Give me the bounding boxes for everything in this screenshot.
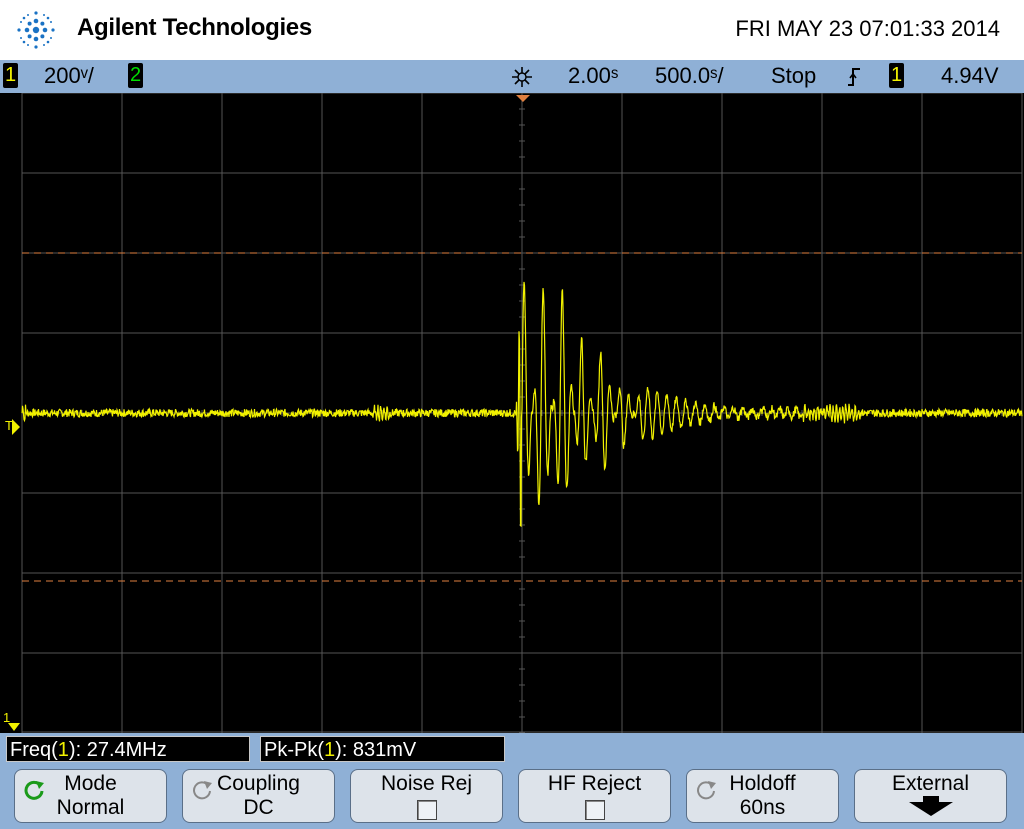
delay-value: 2.00ˢ: [568, 63, 619, 88]
date-time: FRI MAY 23 07:01:33 2014: [735, 16, 1000, 41]
holdoff-softkey[interactable]: Holdoff 60ns: [686, 769, 839, 823]
hf-reject-softkey[interactable]: HF Reject: [518, 769, 671, 823]
channel-1-ground-marker: 1: [3, 710, 10, 725]
run-state: Stop: [771, 63, 817, 88]
instrument-header: Agilent Technologies FRI MAY 23 07:01:33…: [0, 0, 1024, 60]
channel-1-indicator[interactable]: 1: [3, 63, 18, 88]
waveform-graph: T 1: [3, 92, 1023, 734]
pkpk-measurement[interactable]: Pk-Pk(1): 831mV: [260, 736, 505, 762]
pkpk-value: ): 831mV: [335, 739, 417, 761]
measurement-bar: Freq(1): 27.4MHz Pk-Pk(1): 831mV: [0, 733, 1024, 765]
hf-reject-label: HF Reject: [547, 772, 642, 795]
mode-softkey[interactable]: Mode Normal: [14, 769, 167, 823]
channel-2-indicator[interactable]: 2: [128, 63, 143, 88]
status-bar: 1 200ᵛ/ 2 2.00ˢ 500.0ˢ/ Stop 1 4.94V: [0, 60, 1024, 93]
external-softkey[interactable]: External: [854, 769, 1007, 823]
noise-rej-label: Noise Rej: [380, 772, 473, 795]
external-label: External: [891, 772, 970, 795]
softkey-bar: Mode Normal Coupling DC Noise Rej HF Rej…: [0, 765, 1024, 829]
freq-channel: 1: [57, 739, 69, 761]
timebase-value: 500.0ˢ/: [655, 63, 724, 88]
waveform-display: T 1: [0, 92, 1024, 734]
rotate-knob-icon: [193, 781, 212, 800]
delay-icon: [512, 67, 532, 87]
freq-value: ): 27.4MHz: [68, 739, 167, 761]
coupling-softkey[interactable]: Coupling DC: [182, 769, 335, 823]
freq-measurement[interactable]: Freq(1): 27.4MHz: [6, 736, 250, 762]
pkpk-label: Pk-Pk(: [264, 739, 324, 761]
rotate-knob-icon: [24, 780, 44, 800]
channel-1-ground-arrow-icon: [8, 723, 20, 731]
freq-label: Freq(: [10, 739, 58, 761]
hf-reject-checkbox[interactable]: [584, 800, 605, 820]
trigger-source-indicator[interactable]: 1: [889, 63, 904, 88]
trigger-level: 4.94V: [941, 63, 999, 88]
noise-rej-softkey[interactable]: Noise Rej: [350, 769, 503, 823]
more-down-arrow-icon: [908, 796, 953, 816]
trigger-position-marker: [516, 95, 530, 102]
pkpk-channel: 1: [324, 739, 336, 761]
rising-edge-icon: [848, 68, 860, 86]
channel-1-scale: 200ᵛ/: [44, 63, 94, 88]
noise-rej-checkbox[interactable]: [416, 800, 437, 820]
trigger-level-marker: T: [5, 418, 13, 433]
brand-name: Agilent Technologies: [77, 14, 312, 41]
trigger-level-arrow-icon: [12, 419, 20, 435]
agilent-logo-icon: [17, 11, 55, 49]
rotate-knob-icon: [697, 781, 716, 800]
